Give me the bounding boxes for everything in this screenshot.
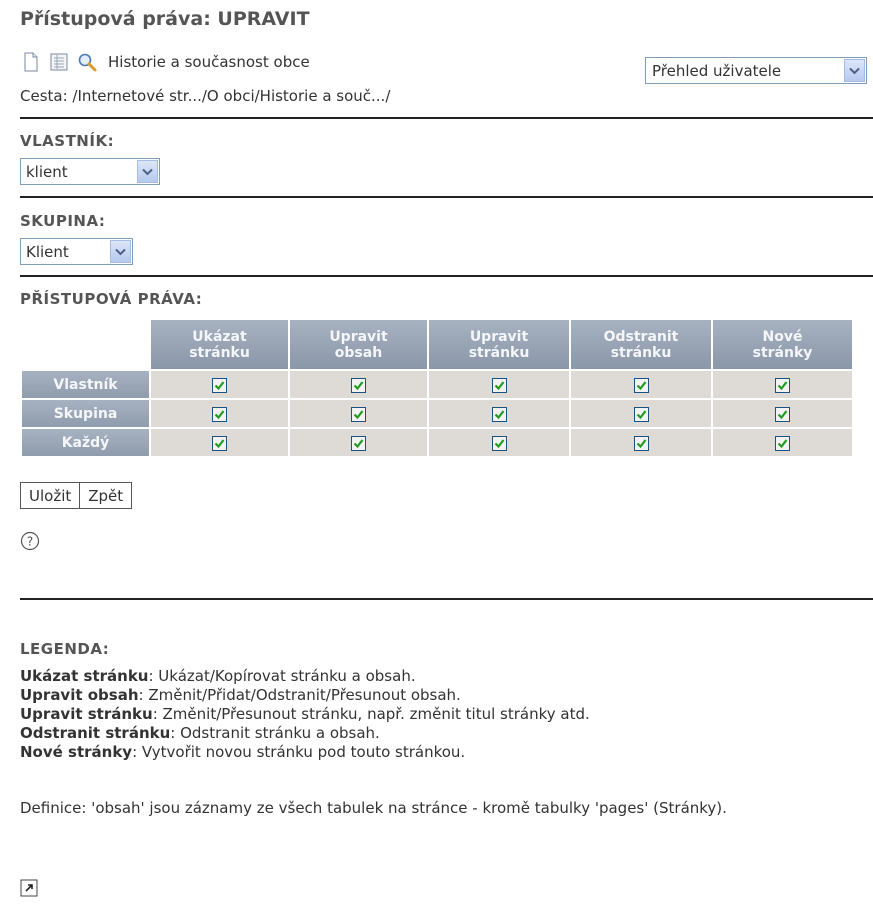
col-header: Odstranit stránku	[571, 320, 711, 369]
permission-cell	[713, 429, 852, 456]
svg-text:?: ?	[27, 535, 33, 549]
group-select-value: Klient	[26, 242, 69, 261]
permission-checkbox[interactable]	[491, 435, 507, 451]
permissions-label: PŘÍSTUPOVÁ PRÁVA:	[20, 290, 203, 308]
view-select-value: Přehled uživatele	[652, 61, 782, 80]
permission-checkbox[interactable]	[775, 406, 790, 422]
permission-cell	[290, 400, 427, 427]
permission-cell	[290, 371, 427, 398]
legend-item: Upravit obsah: Změnit/Přidat/Odstranit/P…	[20, 686, 590, 705]
external-link-icon[interactable]	[20, 879, 38, 897]
permission-cell	[290, 429, 427, 456]
legend-term: Upravit obsah	[20, 686, 139, 704]
corner-cell	[22, 320, 149, 369]
legend-desc: : Vytvořit novou stránku pod touto strán…	[132, 743, 466, 761]
permission-checkbox[interactable]	[775, 377, 790, 393]
permission-checkbox[interactable]	[633, 377, 649, 393]
legend-desc: : Odstranit stránku a obsah.	[170, 724, 380, 742]
permission-checkbox[interactable]	[775, 435, 790, 451]
owner-label: VLASTNÍK:	[20, 132, 115, 150]
divider	[20, 196, 873, 198]
permission-cell	[151, 429, 288, 456]
table-row: Vlastník	[22, 371, 852, 398]
permission-checkbox[interactable]	[491, 406, 507, 422]
legend-desc: : Změnit/Přesunout stránku, např. změnit…	[152, 705, 590, 723]
group-select[interactable]: Klient	[20, 238, 133, 265]
table-row: Skupina	[22, 400, 852, 427]
save-button[interactable]: Uložit	[20, 482, 81, 509]
permission-cell	[713, 371, 852, 398]
legend-title: LEGENDA:	[20, 640, 110, 658]
page-icon[interactable]	[20, 51, 42, 73]
permission-cell	[571, 400, 711, 427]
permission-checkbox[interactable]	[212, 377, 227, 393]
view-select[interactable]: Přehled uživatele	[645, 57, 867, 84]
permission-checkbox[interactable]	[212, 406, 227, 422]
row-header: Každý	[22, 429, 149, 456]
back-button[interactable]: Zpět	[80, 482, 133, 509]
form-buttons: Uložit Zpět	[20, 482, 133, 509]
permission-checkbox[interactable]	[633, 435, 649, 451]
permission-cell	[151, 400, 288, 427]
permissions-table: Ukázat stránku Upravit obsah Upravit stránk…	[20, 318, 854, 458]
legend-item: Upravit stránku: Změnit/Přesunout stránk…	[20, 705, 590, 724]
legend: Ukázat stránku: Ukázat/Kopírovat stránku…	[20, 667, 590, 762]
owner-select-value: klient	[26, 162, 68, 181]
permission-cell	[429, 371, 569, 398]
row-header: Vlastník	[22, 371, 149, 398]
legend-term: Upravit stránku	[20, 705, 153, 723]
permission-cell	[713, 400, 852, 427]
legend-item: Odstranit stránku: Odstranit stránku a o…	[20, 724, 590, 743]
permission-checkbox[interactable]	[633, 406, 649, 422]
permission-cell	[429, 400, 569, 427]
permission-checkbox[interactable]	[351, 377, 366, 393]
legend-item: Ukázat stránku: Ukázat/Kopírovat stránku…	[20, 667, 590, 686]
help-icon[interactable]: ?	[20, 531, 40, 551]
col-header: Ukázat stránku	[151, 320, 288, 369]
page-title: Přístupová práva: UPRAVIT	[20, 8, 310, 30]
divider	[20, 117, 873, 119]
legend-desc: : Změnit/Přidat/Odstranit/Přesunout obsa…	[138, 686, 461, 704]
chevron-down-icon[interactable]	[844, 59, 865, 82]
legend-term: Ukázat stránku	[20, 667, 149, 685]
permission-cell	[571, 371, 711, 398]
owner-select[interactable]: klient	[20, 158, 160, 185]
permission-checkbox[interactable]	[212, 435, 227, 451]
divider	[20, 275, 873, 277]
permission-checkbox[interactable]	[351, 435, 366, 451]
breadcrumb: Cesta: /Internetové str.../O obci/Histor…	[20, 87, 391, 105]
list-icon[interactable]	[48, 51, 70, 73]
toolbar: Historie a současnost obce	[20, 48, 310, 76]
divider	[20, 598, 873, 600]
row-header: Skupina	[22, 400, 149, 427]
definition-note: Definice: 'obsah' jsou záznamy ze všech …	[20, 799, 727, 817]
group-label: SKUPINA:	[20, 212, 106, 230]
legend-desc: : Ukázat/Kopírovat stránku a obsah.	[148, 667, 416, 685]
permission-checkbox[interactable]	[491, 377, 507, 393]
permission-cell	[571, 429, 711, 456]
table-row: Každý	[22, 429, 852, 456]
col-header: Upravit obsah	[290, 320, 427, 369]
col-header: Nové stránky	[713, 320, 852, 369]
permission-checkbox[interactable]	[351, 406, 366, 422]
permission-cell	[429, 429, 569, 456]
magnifier-icon[interactable]	[76, 51, 98, 73]
permission-cell	[151, 371, 288, 398]
chevron-down-icon[interactable]	[137, 160, 158, 183]
legend-term: Nové stránky	[20, 743, 133, 761]
legend-item: Nové stránky: Vytvořit novou stránku pod…	[20, 743, 590, 762]
page-name: Historie a současnost obce	[108, 53, 310, 71]
col-header: Upravit stránku	[429, 320, 569, 369]
legend-term: Odstranit stránku	[20, 724, 171, 742]
chevron-down-icon[interactable]	[110, 240, 131, 263]
